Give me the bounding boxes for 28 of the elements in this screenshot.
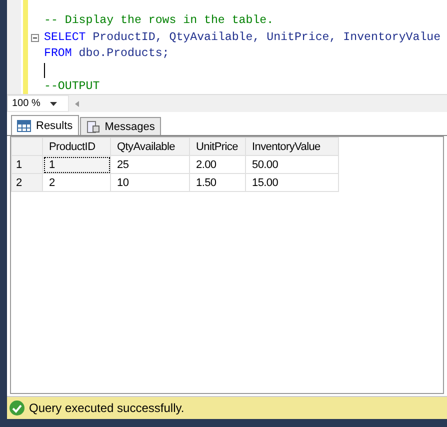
column-header[interactable]: UnitPrice [190,138,246,156]
table-cell[interactable]: 2 [42,174,110,192]
check-icon [9,400,25,416]
code-line: -- Display the rows in the table. [44,13,274,29]
grid-icon [17,120,31,132]
table-cell[interactable]: 15.00 [246,174,338,192]
text-cursor [44,63,45,78]
code-line: FROM dbo.Products; [44,46,170,62]
code-line: --OUTPUT [44,79,100,95]
row-header[interactable]: 1 [12,156,42,174]
results-tab[interactable]: Results [11,115,79,135]
column-header[interactable]: InventoryValue [246,138,338,156]
zoom-dropdown[interactable]: 100 % [7,95,69,112]
table-cell[interactable]: 2.00 [190,156,246,174]
collapse-icon[interactable] [31,34,39,42]
document-icon [86,120,100,132]
column-header[interactable]: QtyAvailable [110,138,190,156]
table-cell[interactable]: 1 [42,156,110,174]
table-cell[interactable]: 10 [110,174,190,192]
column-header[interactable]: ProductID [42,138,110,156]
row-header[interactable]: 2 [12,174,42,192]
code-line: SELECT ProductID, QtyAvailable, UnitPrice, InventoryValue [44,30,441,46]
table-cell[interactable]: 25 [110,156,190,174]
caret-icon [50,102,58,106]
table-cell[interactable]: 1.50 [190,174,246,192]
table-cell[interactable]: 50.00 [246,156,338,174]
status-message: Query executed successfully. [29,401,184,415]
results-tab[interactable]: Messages [80,117,161,135]
